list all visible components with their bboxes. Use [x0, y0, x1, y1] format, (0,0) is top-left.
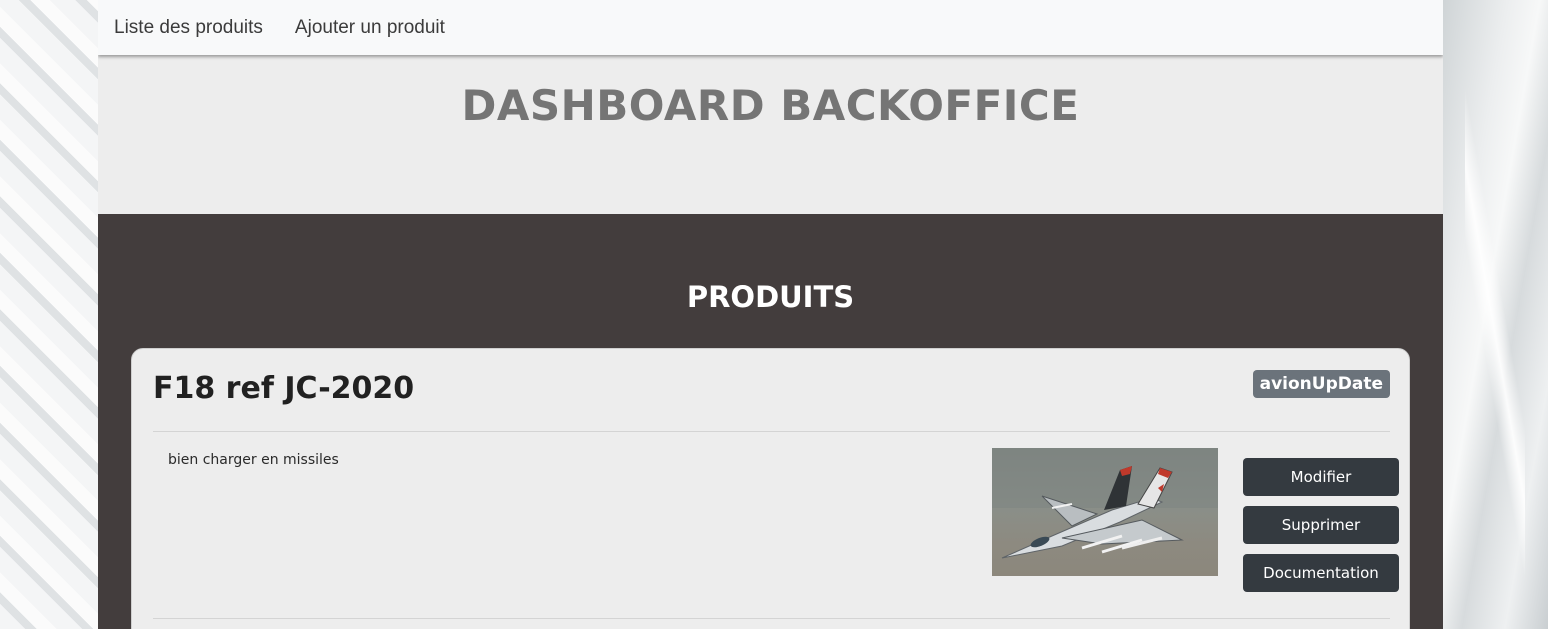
product-image: [992, 448, 1218, 576]
page-title: DASHBOARD BACKOFFICE: [461, 81, 1080, 130]
jet-fighter-icon: [992, 448, 1218, 559]
product-description: bien charger en missiles: [168, 452, 339, 468]
product-card: F18 ref JC-2020 avionUpDate bien charger…: [131, 348, 1410, 629]
products-section: PRODUITS F18 ref JC-2020 avionUpDate bie…: [98, 214, 1443, 629]
background-right-panel: [1443, 0, 1548, 629]
nav-link-add-product[interactable]: Ajouter un produit: [295, 17, 445, 39]
documentation-button[interactable]: Documentation: [1243, 554, 1399, 592]
delete-button[interactable]: Supprimer: [1243, 506, 1399, 544]
modify-button[interactable]: Modifier: [1243, 458, 1399, 496]
product-badge: avionUpDate: [1252, 370, 1390, 398]
product-title: F18 ref JC-2020: [153, 371, 415, 406]
card-divider: [153, 431, 1390, 432]
nav-link-product-list[interactable]: Liste des produits: [114, 17, 263, 39]
hero-header: DASHBOARD BACKOFFICE: [98, 55, 1443, 214]
section-title: PRODUITS: [686, 280, 855, 314]
page-container: Liste des produits Ajouter un produit DA…: [98, 0, 1443, 629]
card-divider-bottom: [153, 618, 1390, 619]
top-navbar: Liste des produits Ajouter un produit: [98, 0, 1443, 55]
